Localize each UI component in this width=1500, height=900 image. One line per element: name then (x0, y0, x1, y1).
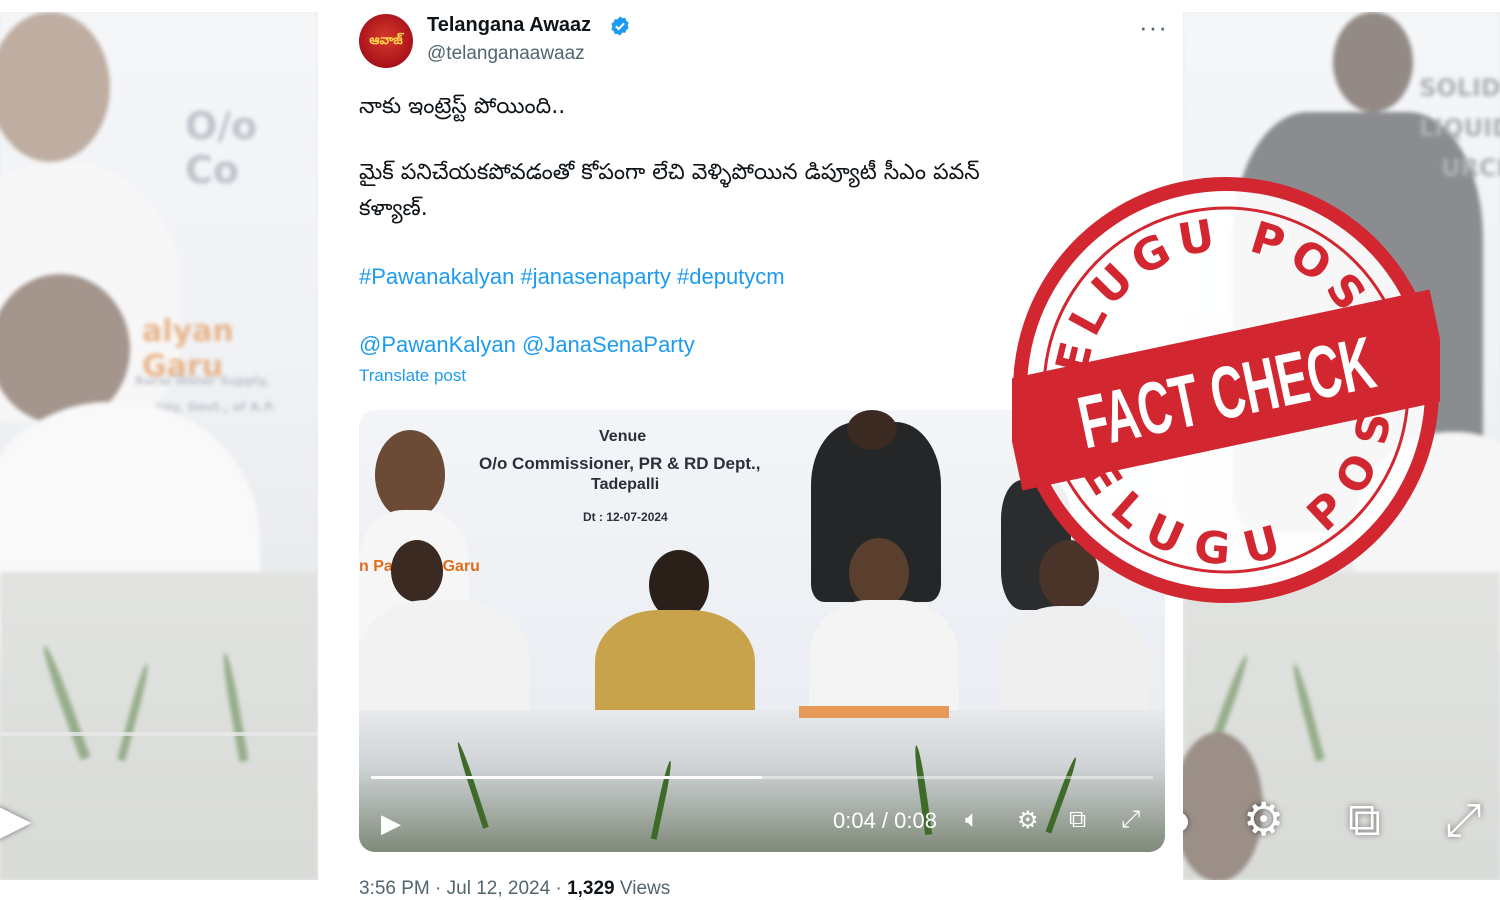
right-volume-icon: ◗ (1183, 792, 1197, 846)
fact-check-stamp: TELUGU POST TELUGU POST FACT CHECK (1012, 176, 1440, 604)
play-icon[interactable]: ▶ (381, 808, 401, 839)
tweet-meta: 3:56 PM · Jul 12, 2024 · 1,329 Views (359, 878, 670, 900)
avatar[interactable]: ఆవాజ్ (359, 14, 413, 68)
verified-badge-icon (611, 16, 629, 36)
video-place-label: Tadepalli (591, 476, 660, 493)
tweet-text-line3: కళ్యాణ్. (359, 196, 428, 221)
user-handle[interactable]: @telanganaawaaz (427, 43, 585, 65)
left-play-icon: ▶ (0, 793, 32, 845)
left-blurred-frame: O/o Co alyan Garu Rural Water Supply, og… (0, 12, 318, 880)
display-name[interactable]: Telangana Awaaz (427, 14, 591, 37)
views-count: 1,329 (567, 878, 615, 899)
video-date-label: Dt : 12-07-2024 (583, 510, 668, 524)
views-label: Views (614, 878, 671, 899)
tweet-text-line2: మైక్ పనిచేయకపోవడంతో కోపంగా లేచి వెళ్ళిపో… (359, 160, 980, 185)
right-fullscreen-icon: ⤢ (1445, 793, 1482, 845)
left-progress-bar (0, 732, 318, 736)
picture-in-picture-icon[interactable]: ⧉ (1069, 806, 1086, 834)
fullscreen-icon[interactable]: ⤢ (1121, 806, 1140, 834)
video-progress-fill (371, 776, 762, 779)
video-timecode: 0:04 / 0:08 (833, 808, 937, 833)
avatar-label: ఆవాజ్ (369, 31, 403, 47)
settings-icon[interactable]: ⚙ (1017, 806, 1039, 835)
tweet-hashtags[interactable]: #Pawanakalyan #janasenaparty #deputycm (359, 264, 785, 290)
video-office-label: O/o Commissioner, PR & RD Dept., (479, 454, 761, 473)
tweet-mentions[interactable]: @PawanKalyan @JanaSenaParty (359, 332, 695, 358)
volume-icon[interactable]: 🔈︎ (965, 806, 979, 834)
tweet-text-line1: నాకు ఇంట్రెస్ట్ పోయింది.. (359, 94, 566, 119)
right-settings-icon: ⚙ (1243, 793, 1285, 845)
right-pip-icon: ⧉ (1348, 793, 1381, 845)
video-venue-label: Venue (599, 428, 647, 445)
translate-post-link[interactable]: Translate post (359, 366, 466, 386)
tweet-timestamp[interactable]: 3:56 PM · Jul 12, 2024 · (359, 878, 567, 899)
more-options-icon[interactable]: ··· (1139, 12, 1168, 43)
